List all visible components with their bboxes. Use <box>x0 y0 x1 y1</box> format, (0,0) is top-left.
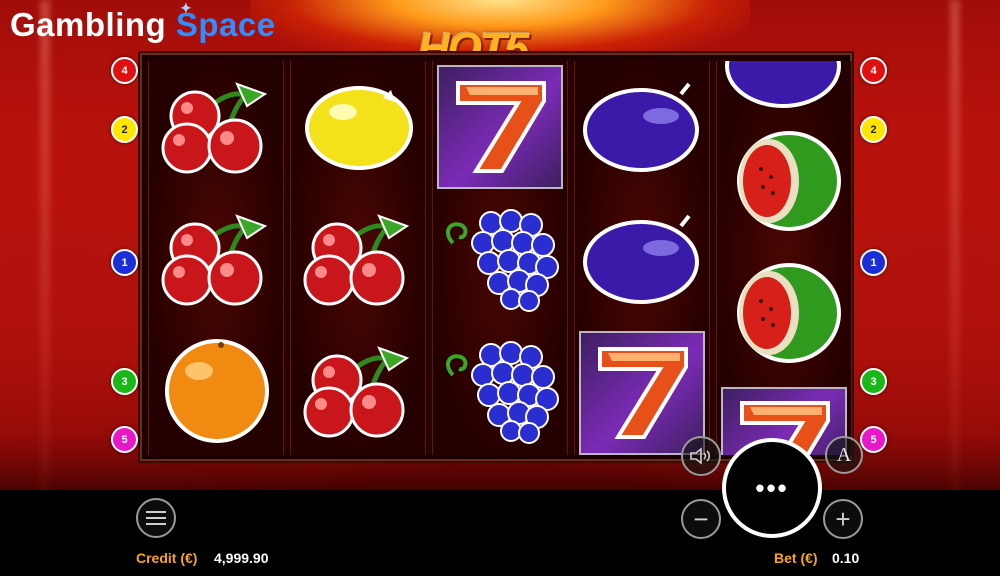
plum-icon <box>575 61 709 191</box>
brand-logo-part1: Gambling <box>10 6 167 43</box>
background-flame <box>950 0 960 500</box>
orange-icon <box>149 325 283 455</box>
payline-badge: 4 <box>860 57 887 84</box>
reel-2 <box>290 61 426 455</box>
bet-decrease-button[interactable]: − <box>681 499 721 539</box>
grapes-icon <box>433 325 567 455</box>
payline-badge: 4 <box>111 57 138 84</box>
brand-logo: Gambling Space ✦ <box>10 0 276 44</box>
payline-badge: 3 <box>111 368 138 395</box>
reels-frame <box>140 53 852 461</box>
bet-label: Bet (€) <box>774 550 818 566</box>
cherry-icon <box>149 61 283 191</box>
autoplay-button[interactable]: A <box>825 436 863 474</box>
reel-3 <box>432 61 568 455</box>
cherry-icon <box>291 325 425 455</box>
lemon-icon <box>291 61 425 191</box>
sparkle-icon: ✦ <box>180 0 193 16</box>
credit-value: 4,999.90 <box>214 550 269 566</box>
background-flame <box>40 0 50 500</box>
credit-label: Credit (€) <box>136 550 198 566</box>
payline-badge: 2 <box>111 116 138 143</box>
payline-badge: 5 <box>860 426 887 453</box>
spin-button[interactable]: ••• <box>722 438 822 538</box>
payline-badge: 1 <box>111 249 138 276</box>
bet-value: 0.10 <box>832 550 860 566</box>
hamburger-icon <box>146 511 166 525</box>
sound-button[interactable] <box>681 436 721 476</box>
bet-increase-button[interactable]: + <box>823 499 863 539</box>
plum-icon <box>575 193 709 323</box>
payline-badge: 3 <box>860 368 887 395</box>
speaker-icon <box>690 447 711 465</box>
cherry-icon <box>149 193 283 323</box>
reel-1 <box>148 61 284 455</box>
cherry-icon <box>291 193 425 323</box>
watermelon-icon <box>717 115 851 245</box>
payline-badge: 5 <box>111 426 138 453</box>
payline-badge: 1 <box>860 249 887 276</box>
reel-4 <box>574 61 710 455</box>
seven-icon <box>433 61 567 191</box>
watermelon-icon <box>717 247 851 377</box>
grapes-icon <box>433 193 567 323</box>
seven-icon <box>575 327 709 455</box>
reel-5 <box>716 61 852 455</box>
payline-badge: 2 <box>860 116 887 143</box>
menu-button[interactable] <box>136 498 176 538</box>
